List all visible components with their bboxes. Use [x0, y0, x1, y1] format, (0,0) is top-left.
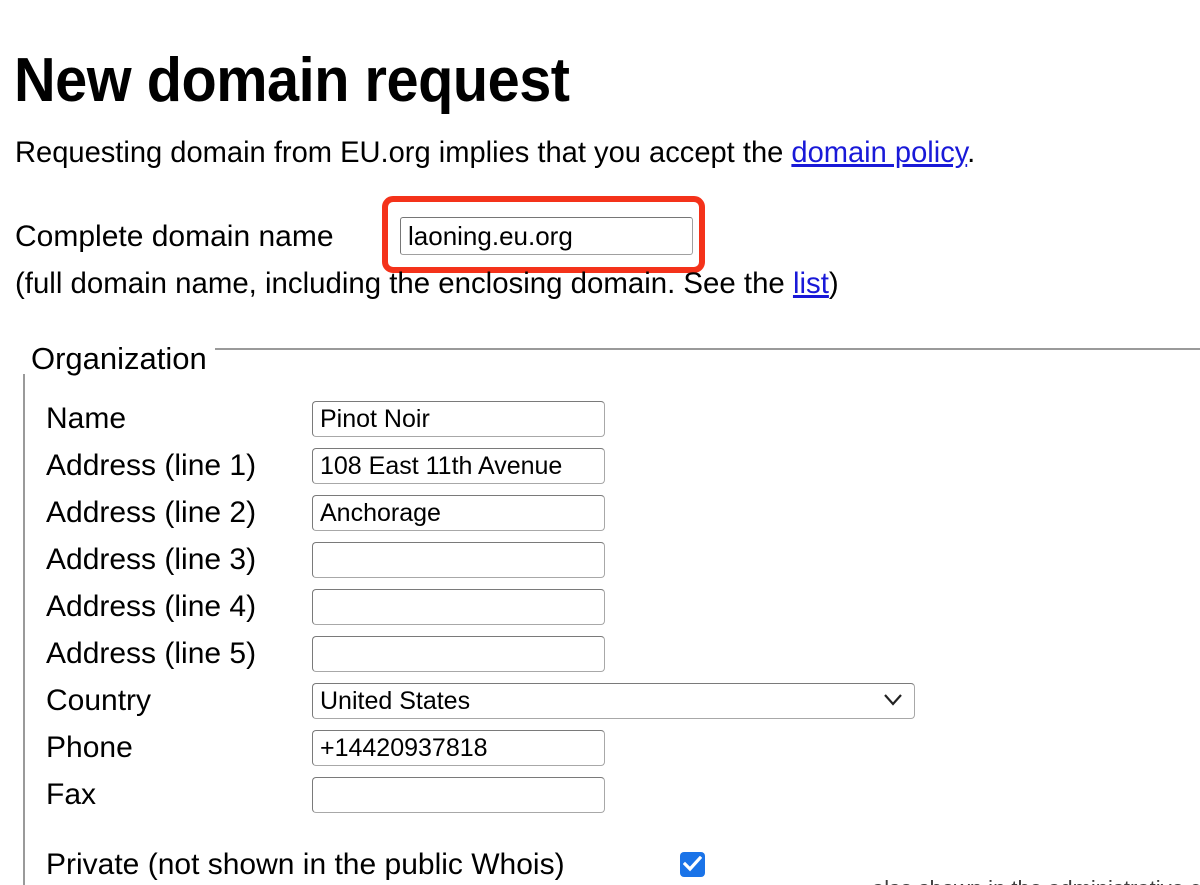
input-address-line-3[interactable]	[312, 542, 605, 578]
label-phone: Phone	[46, 731, 133, 764]
private-whois-checkbox[interactable]	[680, 852, 705, 877]
label-address-line-3: Address (line 3)	[46, 543, 257, 576]
organization-legend: Organization	[23, 343, 215, 374]
domain-name-input[interactable]	[400, 217, 693, 255]
input-phone[interactable]	[312, 730, 605, 766]
label-fax: Fax	[46, 778, 97, 811]
label-country: Country	[46, 684, 152, 717]
input-name[interactable]	[312, 401, 605, 437]
input-fax[interactable]	[312, 777, 605, 813]
label-address-line-4: Address (line 4)	[46, 590, 257, 623]
clipped-bottom-text: also shown in the administrative contact	[872, 876, 1200, 885]
intro-text-after: .	[967, 136, 976, 169]
private-whois-label: Private (not shown in the public Whois)	[46, 848, 565, 881]
label-address-line-2: Address (line 2)	[46, 496, 257, 529]
select-country[interactable]: United States	[312, 683, 915, 719]
new-domain-request-page: New domain request Requesting domain fro…	[0, 0, 1200, 885]
domain-note-before: (full domain name, including the enclosi…	[15, 267, 793, 300]
input-address-line-2[interactable]	[312, 495, 605, 531]
intro-text-before: Requesting domain from EU.org implies th…	[15, 136, 792, 169]
domain-name-note: (full domain name, including the enclosi…	[15, 265, 839, 303]
domain-list-link[interactable]: list	[793, 267, 829, 300]
domain-note-after: )	[828, 267, 839, 300]
label-name: Name	[46, 402, 127, 435]
input-address-line-1[interactable]	[312, 448, 605, 484]
domain-policy-link[interactable]: domain policy	[791, 136, 967, 169]
page-title: New domain request	[14, 45, 570, 115]
input-address-line-4[interactable]	[312, 589, 605, 625]
intro-paragraph: Requesting domain from EU.org implies th…	[15, 138, 975, 168]
label-address-line-5: Address (line 5)	[46, 637, 257, 670]
checkmark-icon	[683, 856, 702, 872]
domain-name-label: Complete domain name	[15, 220, 334, 253]
input-address-line-5[interactable]	[312, 636, 605, 672]
label-address-line-1: Address (line 1)	[46, 449, 257, 482]
domain-name-row: Complete domain name	[15, 218, 334, 256]
